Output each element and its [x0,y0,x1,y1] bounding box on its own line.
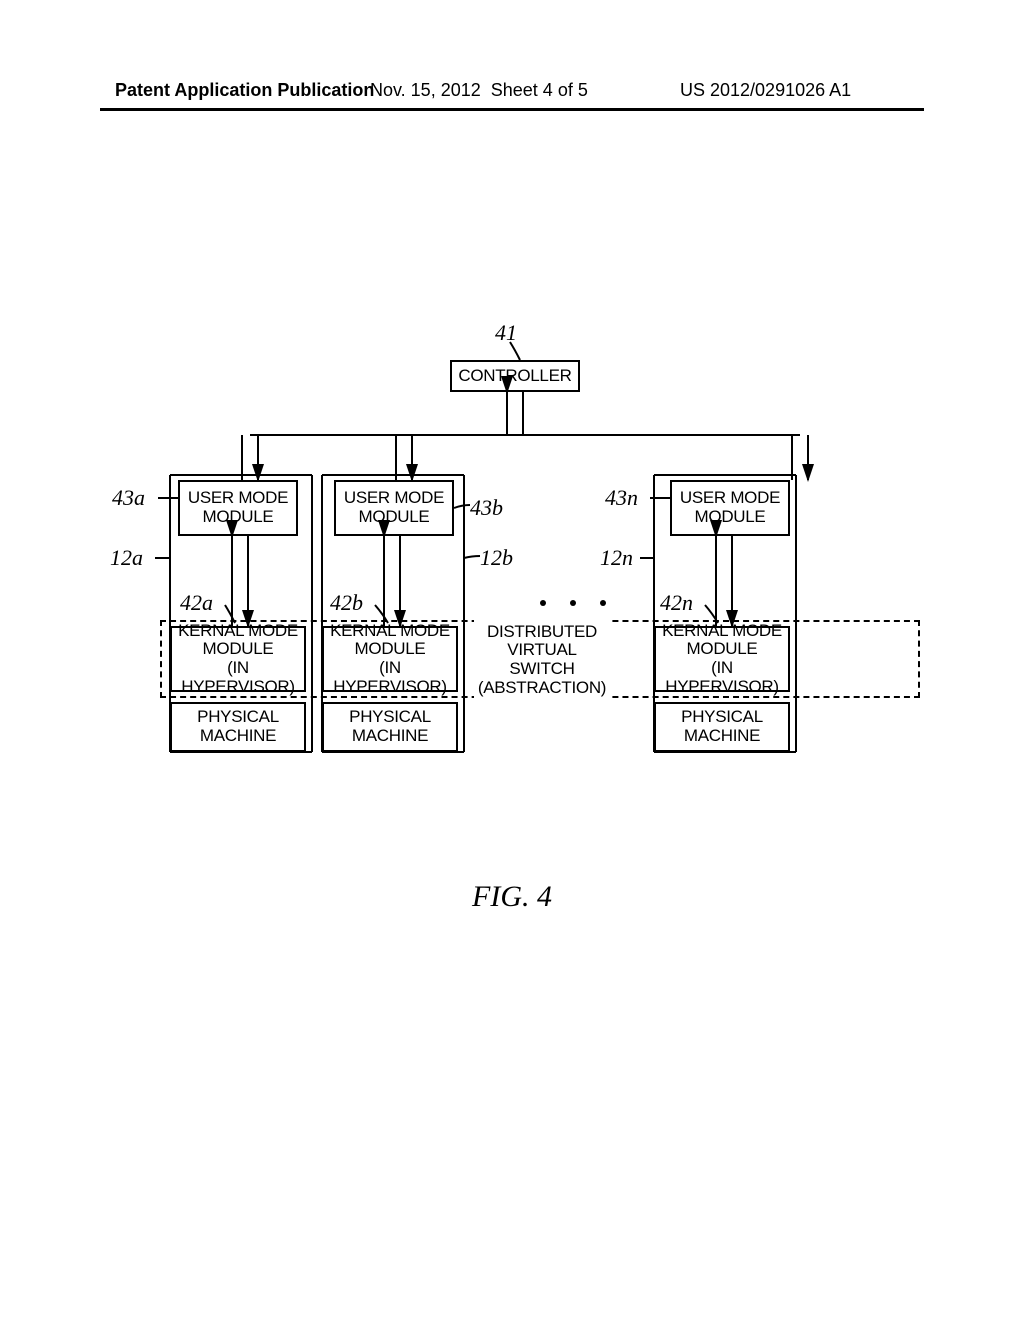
physical-machine-n: PHYSICAL MACHINE [654,702,790,752]
user-mode-module-b: USER MODE MODULE [334,480,454,536]
dvs-l4: (ABSTRACTION) [478,679,606,698]
kernel-b-l3: (IN HYPERVISOR) [324,659,456,696]
phys-n-l1: PHYSICAL [681,708,763,727]
ref-43a: 43a [112,485,145,511]
figure-caption: FIG. 4 [0,880,1024,914]
ref-43b: 43b [470,495,503,521]
kernel-b-l1: KERNAL MODE [330,622,450,641]
kernel-mode-module-n: KERNAL MODE MODULE (IN HYPERVISOR) [654,626,790,692]
phys-a-l2: MACHINE [200,727,276,746]
ref-12n: 12n [600,545,633,571]
kernel-n-l2: MODULE [687,640,758,659]
phys-a-l1: PHYSICAL [197,708,279,727]
ref-12a: 12a [110,545,143,571]
header-publication: Patent Application Publication [115,80,374,101]
user-mode-b-l1: USER MODE [344,489,444,508]
controller-text: CONTROLLER [458,367,571,386]
kernel-n-l3: (IN HYPERVISOR) [656,659,788,696]
kernel-a-l2: MODULE [203,640,274,659]
header-date-sheet: Nov. 15, 2012 Sheet 4 of 5 [370,80,588,101]
user-mode-a-l1: USER MODE [188,489,288,508]
user-mode-n-l1: USER MODE [680,489,780,508]
user-mode-b-l2: MODULE [359,508,430,527]
ellipsis-dot [540,600,546,606]
ref-42n: 42n [660,590,693,616]
header-rule [100,108,924,111]
ref-12b: 12b [480,545,513,571]
dvs-l2: VIRTUAL [507,641,576,660]
kernel-n-l1: KERNAL MODE [662,622,782,641]
controller-box: CONTROLLER [450,360,580,392]
phys-n-l2: MACHINE [684,727,760,746]
kernel-a-l1: KERNAL MODE [178,622,298,641]
physical-machine-a: PHYSICAL MACHINE [170,702,306,752]
header-docnum: US 2012/0291026 A1 [680,80,851,101]
header-date: Nov. 15, 2012 [370,80,481,100]
ref-42a: 42a [180,590,213,616]
user-mode-module-a: USER MODE MODULE [178,480,298,536]
phys-b-l1: PHYSICAL [349,708,431,727]
diagram: CONTROLLER 41 USER MODE MODULE 43a 12a 4… [100,320,924,920]
dvs-l1: DISTRIBUTED [487,623,597,642]
kernel-mode-module-b: KERNAL MODE MODULE (IN HYPERVISOR) [322,626,458,692]
kernel-mode-module-a: KERNAL MODE MODULE (IN HYPERVISOR) [170,626,306,692]
kernel-a-l3: (IN HYPERVISOR) [172,659,304,696]
ellipsis-dot [600,600,606,606]
ref-42b: 42b [330,590,363,616]
ellipsis-dot [570,600,576,606]
dvs-l3: SWITCH [509,660,574,679]
user-mode-module-n: USER MODE MODULE [670,480,790,536]
distributed-virtual-switch-box: DISTRIBUTED VIRTUAL SWITCH (ABSTRACTION) [474,615,610,705]
phys-b-l2: MACHINE [352,727,428,746]
controller-ref-label: 41 [495,320,517,346]
user-mode-a-l2: MODULE [203,508,274,527]
physical-machine-b: PHYSICAL MACHINE [322,702,458,752]
user-mode-n-l2: MODULE [695,508,766,527]
ref-43n: 43n [605,485,638,511]
header-sheet: Sheet 4 of 5 [491,80,588,100]
kernel-b-l2: MODULE [355,640,426,659]
